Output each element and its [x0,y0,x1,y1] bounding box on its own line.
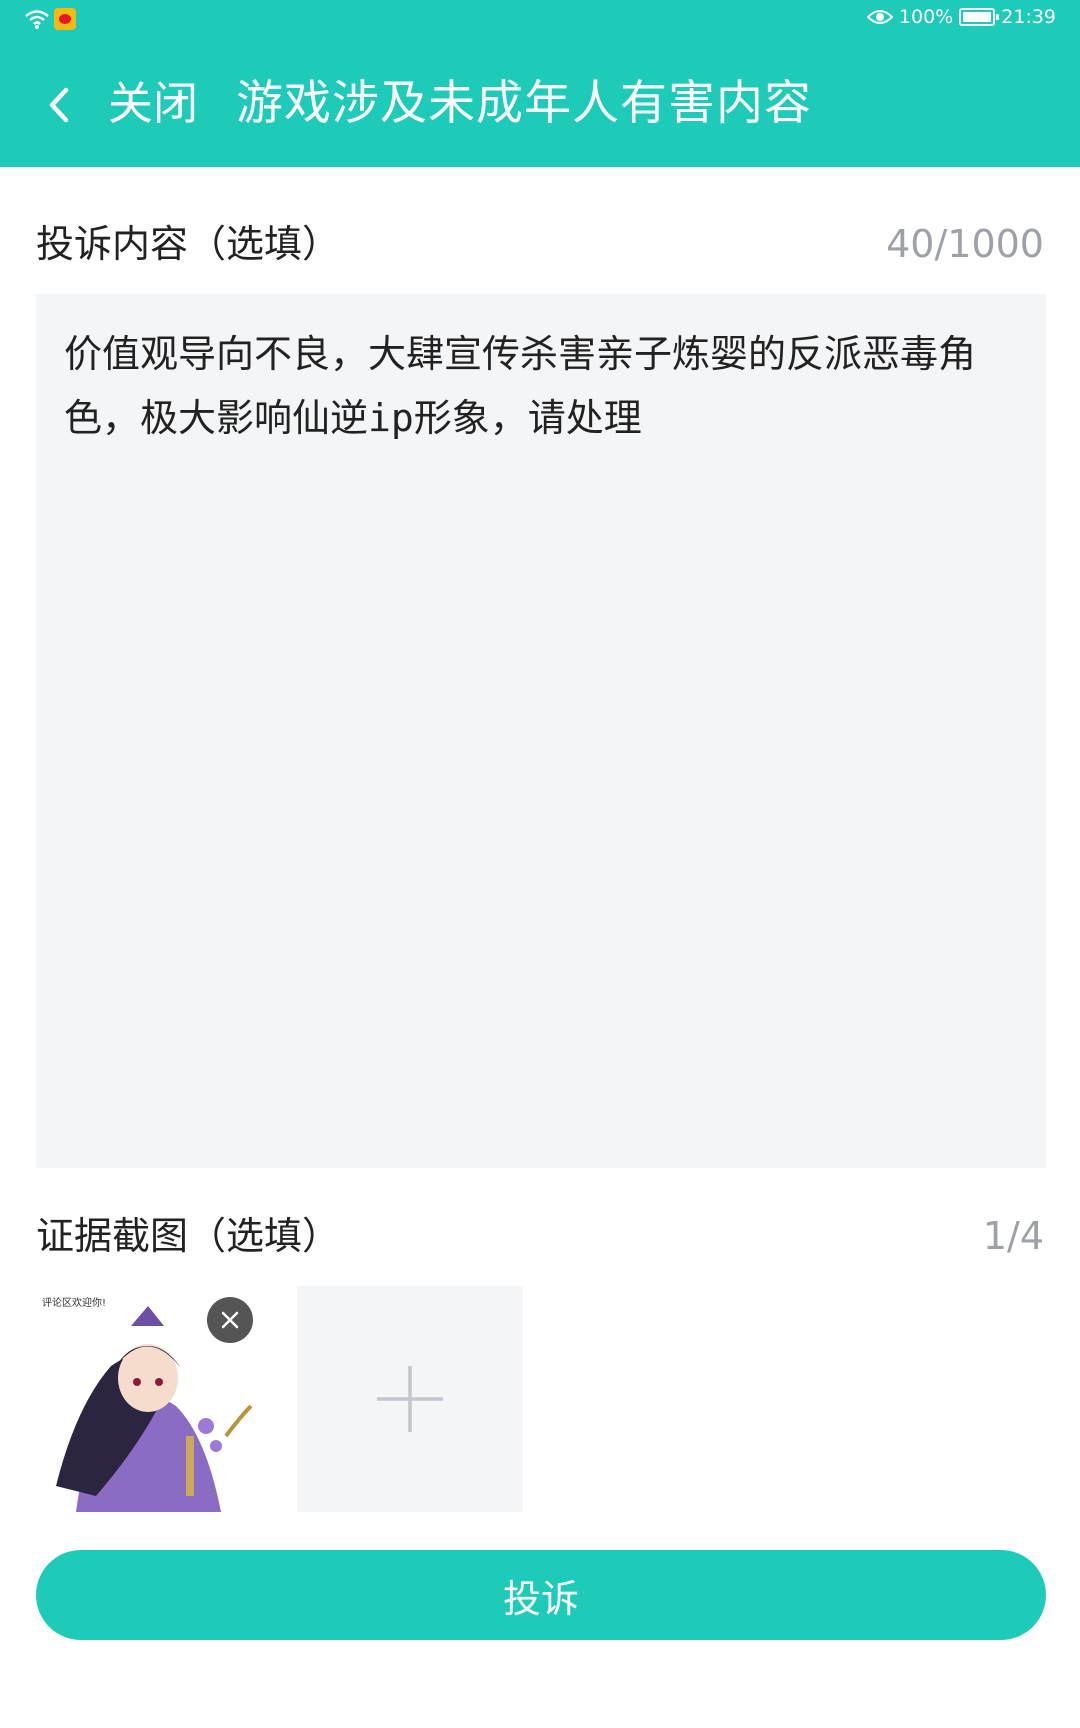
clock: 21:39 [1001,6,1056,28]
evidence-screenshot-label: 证据截图（选填） [36,1214,341,1258]
eye-icon [866,10,893,24]
evidence-counter: 1/4 [982,1214,1044,1258]
complaint-content-label: 投诉内容（选填） [36,222,341,266]
complaint-textarea[interactable]: 价值观导向不良，大肆宣传杀害亲子炼婴的反派恶毒角色，极大影响仙逆ip形象，请处理 [36,294,1046,1168]
status-left [24,8,76,30]
remove-image-icon[interactable] [207,1297,253,1343]
add-image-button[interactable] [297,1286,523,1512]
weibo-app-icon [54,8,76,30]
complaint-char-counter: 40/1000 [886,222,1044,266]
submit-complaint-button[interactable]: 投诉 [36,1550,1046,1640]
status-bar: 100% 21:39 [0,0,1080,40]
complaint-text: 价值观导向不良，大肆宣传杀害亲子炼婴的反派恶毒角色，极大影响仙逆ip形象，请处理 [64,332,977,440]
page-title: 游戏涉及未成年人有害内容 [236,76,812,131]
battery-percent: 100% [898,6,954,28]
wifi-icon [25,10,49,29]
app-header: 100% 21:39 关闭 游戏涉及未成年人有害内容 [0,0,1080,167]
close-button[interactable]: 关闭 [108,76,198,132]
status-right: 100% 21:39 [866,6,1056,28]
back-chevron-icon[interactable] [40,82,80,128]
battery-icon [959,8,1000,26]
plus-icon [377,1366,443,1432]
nav-bar: 关闭 游戏涉及未成年人有害内容 [0,60,1080,150]
